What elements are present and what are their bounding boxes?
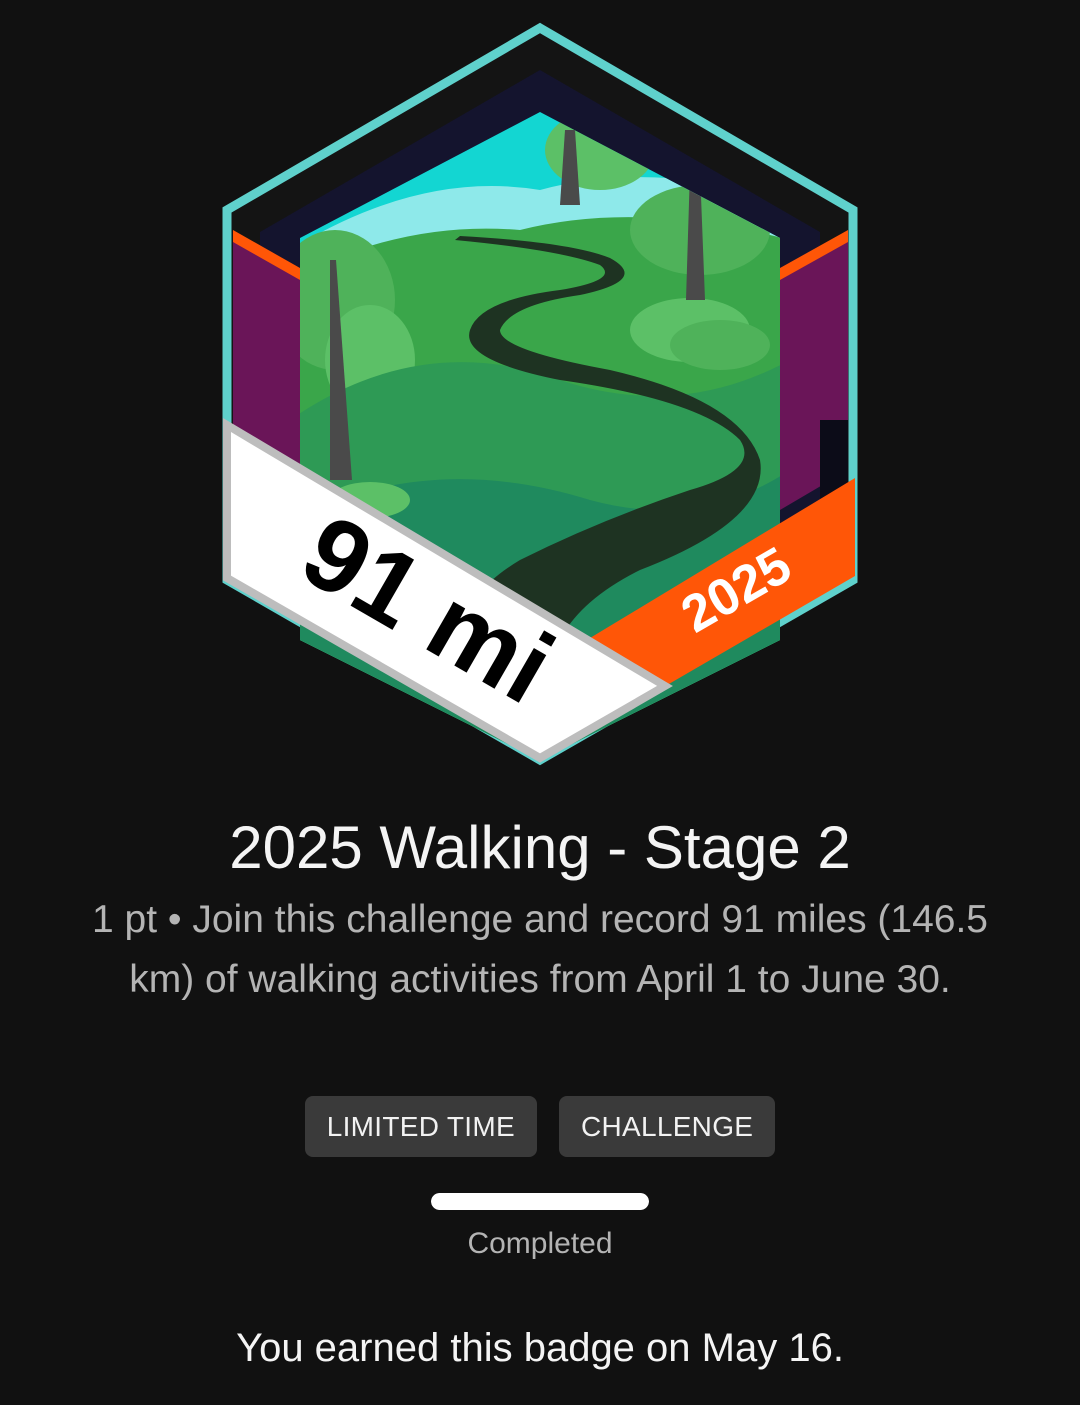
- badge-image: 2025 91 mi: [222, 22, 858, 766]
- badge-tags: LIMITED TIME CHALLENGE: [0, 1096, 1080, 1157]
- badge-description: 1 pt • Join this challenge and record 91…: [91, 898, 988, 1001]
- earned-message: You earned this badge on May 16.: [236, 1326, 844, 1370]
- tag-challenge: CHALLENGE: [558, 1096, 776, 1157]
- progress-bar: [431, 1193, 649, 1210]
- progress-bar-fill: [431, 1193, 649, 1210]
- tag-limited-time: LIMITED TIME: [304, 1096, 537, 1157]
- badge-title: 2025 Walking - Stage 2: [229, 814, 851, 881]
- progress-status: Completed: [467, 1227, 613, 1260]
